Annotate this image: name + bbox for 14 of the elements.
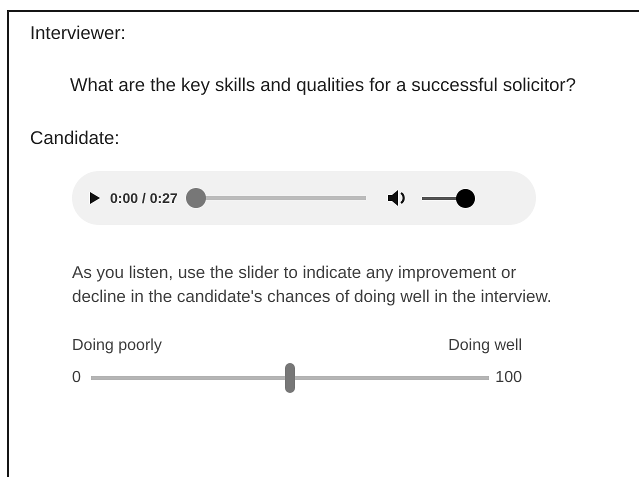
time-display: 0:00 / 0:27 [110,190,178,206]
min-value: 0 [72,369,81,387]
low-label: Doing poorly [72,337,162,355]
progress-thumb[interactable] [186,188,206,208]
slider-thumb[interactable] [285,363,296,393]
play-icon[interactable] [90,192,100,204]
high-label: Doing well [448,337,522,355]
max-value: 100 [495,369,522,387]
volume-thumb[interactable] [456,188,475,208]
question-text: What are the key skills and qualities for a successful solicitor? [70,74,577,96]
instructions-text: As you listen, use the slider to indicate any improvement or decline in the candidate's chances of doing well in the interview. [72,262,553,308]
speaker-label: Interviewer: [30,22,127,44]
speaker-label: Candidate: [30,127,120,149]
volume-icon[interactable] [388,189,408,207]
